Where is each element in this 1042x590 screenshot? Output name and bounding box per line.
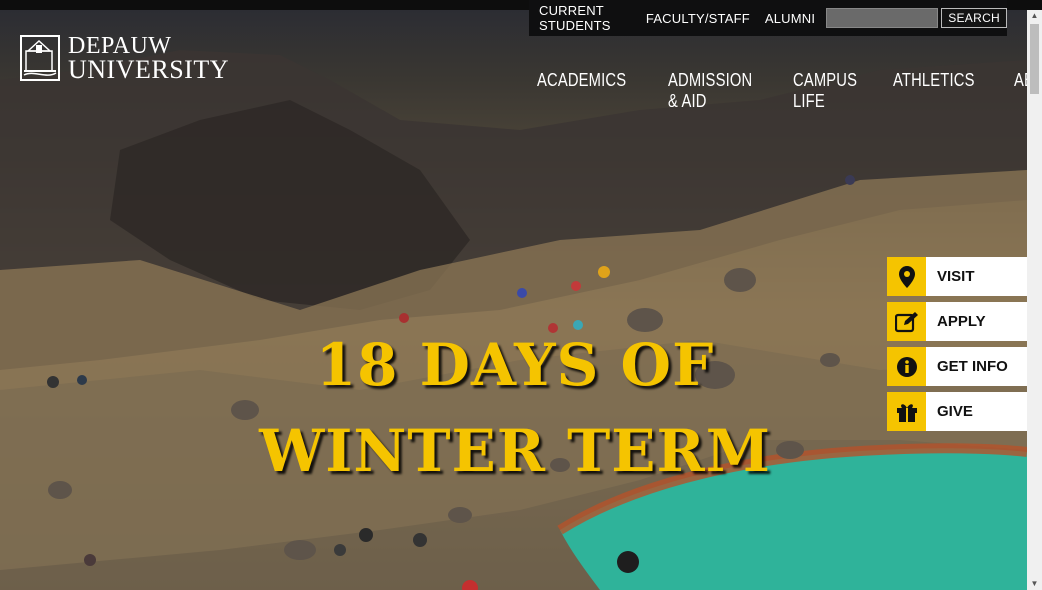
action-apply[interactable]: APPLY: [887, 302, 1027, 341]
main-nav: ACADEMICS ADMISSION & AID CAMPUS LIFE AT…: [537, 70, 1042, 112]
action-get-info-label: GET INFO: [937, 358, 1008, 375]
hero-line1: 18 DAYS OF: [315, 331, 715, 399]
scroll-up-icon[interactable]: ▲: [1027, 10, 1042, 22]
link-current-students[interactable]: CURRENT STUDENTS: [539, 3, 631, 33]
action-give[interactable]: GIVE: [887, 392, 1027, 431]
search-button[interactable]: SEARCH: [941, 8, 1007, 28]
page-scrollbar[interactable]: ▲ ▼: [1027, 10, 1042, 590]
action-visit-label: VISIT: [937, 268, 975, 285]
link-faculty-staff[interactable]: FACULTY/STAFF: [646, 11, 750, 26]
nav-academics[interactable]: ACADEMICS: [537, 70, 626, 112]
nav-admission-aid[interactable]: ADMISSION & AID: [668, 70, 752, 112]
hero-line2: WINTER TERM: [259, 417, 771, 485]
scrollbar-thumb[interactable]: [1030, 24, 1039, 94]
action-apply-label: APPLY: [937, 313, 986, 330]
action-visit[interactable]: VISIT: [887, 257, 1027, 296]
logo-emblem-icon: [20, 35, 60, 81]
gift-icon: [887, 392, 926, 431]
hero-headline[interactable]: 18 DAYS OF WINTER TERM: [250, 322, 780, 494]
scroll-down-icon[interactable]: ▼: [1027, 578, 1042, 590]
edit-icon: [887, 302, 926, 341]
action-get-info[interactable]: GET INFO: [887, 347, 1027, 386]
quick-actions: VISIT APPLY GET INFO GIVE: [887, 257, 1027, 437]
university-logo[interactable]: DEPAUW UNIVERSITY: [20, 34, 229, 84]
logo-wordmark: DEPAUW UNIVERSITY: [68, 34, 229, 84]
action-give-label: GIVE: [937, 403, 973, 420]
utility-bar: CURRENT STUDENTS FACULTY/STAFF ALUMNI SE…: [529, 0, 1007, 36]
logo-line2: UNIVERSITY: [68, 55, 229, 84]
link-alumni[interactable]: ALUMNI: [765, 11, 815, 26]
info-icon: [887, 347, 926, 386]
nav-campus-life[interactable]: CAMPUS LIFE: [793, 70, 857, 112]
nav-athletics[interactable]: ATHLETICS: [893, 70, 975, 112]
search-input[interactable]: [826, 8, 939, 28]
map-pin-icon: [887, 257, 926, 296]
